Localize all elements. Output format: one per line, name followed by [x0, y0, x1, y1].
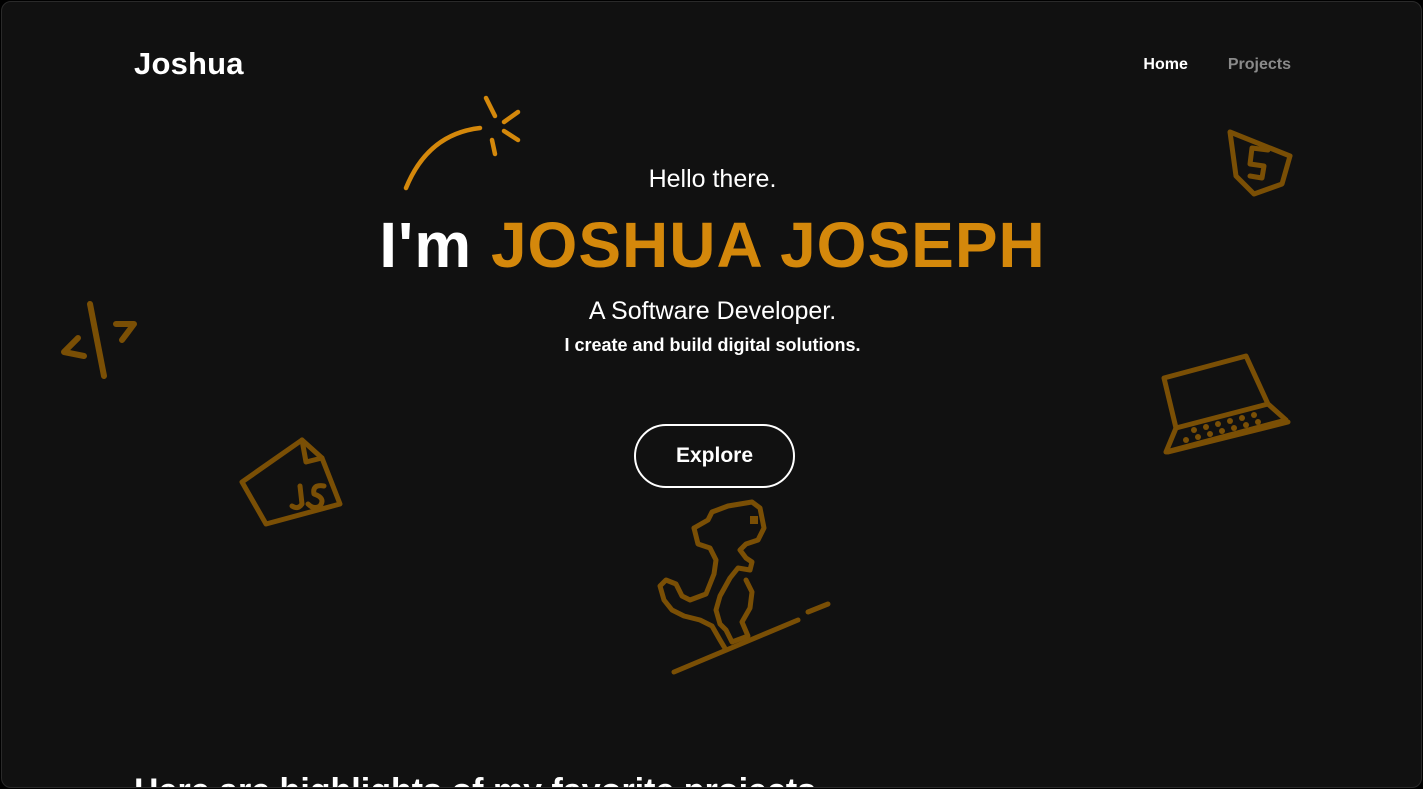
html5-icon	[1227, 129, 1293, 197]
nav-home-link[interactable]: Home	[1143, 56, 1187, 74]
javascript-file-icon	[239, 437, 343, 527]
nav-projects-link[interactable]: Projects	[1228, 56, 1291, 74]
hero-greeting: Hello there.	[648, 165, 777, 193]
explore-button[interactable]: Explore	[634, 424, 795, 488]
site-logo[interactable]: Joshua	[134, 46, 244, 82]
hero-name: JOSHUA JOSEPH	[490, 209, 1046, 281]
code-tag-icon	[61, 301, 137, 379]
laptop-icon	[1161, 353, 1291, 455]
hero-role: A Software Developer.	[588, 297, 837, 325]
main-nav: Home Projects	[1143, 56, 1291, 74]
hero-headline: I'm JOSHUA JOSEPH	[2, 209, 1421, 281]
projects-section-heading: Here are highlights of my favorite proje…	[134, 772, 816, 787]
browser-viewport: Joshua Home Projects Hello there. I'm JO…	[1, 1, 1422, 788]
hero-intro: I'm	[379, 209, 473, 281]
dinosaur-icon	[657, 499, 831, 675]
